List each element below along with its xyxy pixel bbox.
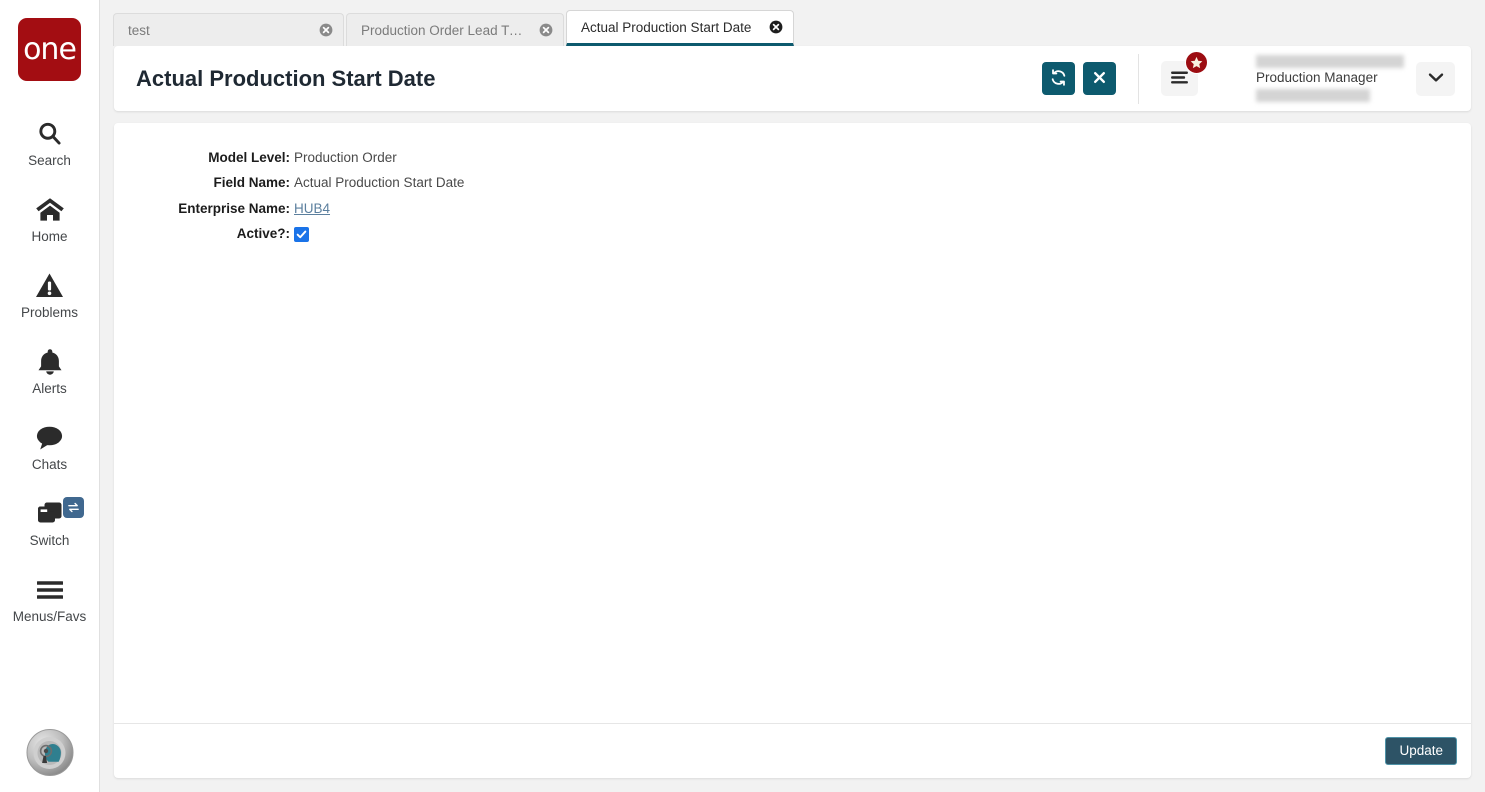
- hamburger-menu-icon: [1170, 70, 1189, 88]
- sidebar-item-menus-favs[interactable]: Menus/Favs: [0, 561, 99, 637]
- tab-title: test: [128, 22, 150, 38]
- sidebar: one Search Home Problems Alerts Chats Sw…: [0, 0, 100, 792]
- tab-production-order-lead-time-ref[interactable]: Production Order Lead Time Ref...: [346, 13, 564, 46]
- tab-bar: test Production Order Lead Time Ref...: [100, 0, 1485, 46]
- sidebar-item-label: Switch: [29, 532, 70, 548]
- star-icon: [1185, 51, 1208, 74]
- brand-logo[interactable]: one: [18, 18, 81, 81]
- avatar[interactable]: [26, 729, 73, 776]
- field-label: Field Name:: [213, 175, 290, 191]
- active-checkbox[interactable]: [294, 227, 309, 243]
- close-icon[interactable]: [319, 23, 333, 37]
- refresh-button[interactable]: [1042, 62, 1075, 95]
- field-label: Enterprise Name:: [178, 200, 290, 216]
- tab-test[interactable]: test: [113, 13, 344, 46]
- warning-triangle-icon: [35, 271, 64, 301]
- bell-icon: [37, 347, 63, 377]
- hamburger-icon: [35, 575, 65, 605]
- search-icon: [36, 119, 63, 149]
- detail-form: Model Level: Production Order Field Name…: [114, 123, 1471, 723]
- sidebar-item-label: Search: [28, 152, 71, 168]
- brand-logo-text: one: [23, 31, 77, 67]
- close-x-icon: [1092, 70, 1107, 88]
- sidebar-item-problems[interactable]: Problems: [0, 257, 99, 333]
- field-label: Model Level:: [208, 150, 290, 165]
- field-field-name: Field Name: Actual Production Start Date: [114, 174, 1471, 193]
- main-region: test Production Order Lead Time Ref...: [100, 0, 1485, 792]
- page-title: Actual Production Start Date: [136, 65, 436, 91]
- user-org-redacted: [1256, 88, 1370, 102]
- field-active: Active?:: [114, 225, 1471, 244]
- sidebar-item-home[interactable]: Home: [0, 181, 99, 257]
- enterprise-name-link[interactable]: HUB4: [294, 200, 330, 219]
- page-header-card: Actual Production Start Date Production …: [114, 46, 1471, 111]
- swap-arrows-icon[interactable]: [62, 496, 84, 518]
- sidebar-item-alerts[interactable]: Alerts: [0, 333, 99, 409]
- user-menu[interactable]: Production Manager: [1256, 55, 1461, 102]
- field-value: Actual Production Start Date: [294, 175, 465, 191]
- menu-button-wrapper: [1161, 51, 1208, 96]
- user-menu-toggle[interactable]: [1416, 61, 1455, 96]
- sidebar-nav: Search Home Problems Alerts Chats Switch…: [0, 105, 99, 637]
- close-icon[interactable]: [539, 23, 553, 37]
- sidebar-item-label: Problems: [20, 304, 79, 320]
- detail-card: Model Level: Production Order Field Name…: [114, 123, 1471, 778]
- tab-title: Production Order Lead Time Ref...: [361, 22, 539, 38]
- close-button[interactable]: [1083, 62, 1116, 95]
- close-icon[interactable]: [769, 20, 783, 34]
- tab-actual-production-start-date[interactable]: Actual Production Start Date: [566, 10, 794, 46]
- windows-stack-icon: [36, 496, 84, 529]
- home-icon: [35, 195, 65, 225]
- field-enterprise-name: Enterprise Name: HUB4: [114, 200, 1471, 219]
- chat-bubble-icon: [35, 423, 64, 453]
- header-divider: [1138, 53, 1139, 104]
- tab-title: Actual Production Start Date: [581, 19, 752, 35]
- card-footer: Update: [114, 723, 1471, 778]
- sidebar-item-search[interactable]: Search: [0, 105, 99, 181]
- update-button[interactable]: Update: [1385, 736, 1457, 766]
- sidebar-item-chats[interactable]: Chats: [0, 409, 99, 485]
- app-root: one Search Home Problems Alerts Chats Sw…: [0, 0, 1485, 792]
- field-model-level: Model Level: Production Order: [114, 149, 1471, 168]
- sidebar-item-label: Home: [31, 228, 68, 244]
- header-actions: [1042, 62, 1116, 95]
- user-role: Production Manager: [1256, 70, 1378, 86]
- user-info: Production Manager: [1256, 55, 1406, 102]
- refresh-icon: [1050, 68, 1067, 89]
- sidebar-item-label: Chats: [31, 456, 68, 472]
- chevron-down-icon: [1428, 71, 1444, 86]
- field-label: Active?:: [236, 226, 290, 242]
- field-value: Production Order: [294, 150, 397, 165]
- sidebar-item-switch[interactable]: Switch: [0, 485, 99, 561]
- content-region: Actual Production Start Date Production …: [100, 46, 1485, 792]
- user-name-redacted: [1256, 55, 1404, 69]
- sidebar-item-label: Alerts: [32, 380, 67, 396]
- sidebar-item-label: Menus/Favs: [12, 608, 87, 624]
